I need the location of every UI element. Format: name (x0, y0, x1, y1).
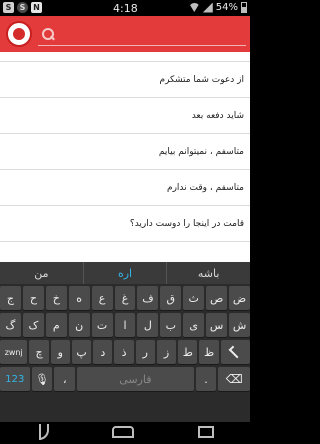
backspace-icon: ⌫ (225, 372, 243, 386)
key[interactable]: س (206, 313, 228, 337)
key[interactable]: ک (22, 313, 44, 337)
key[interactable]: ق (160, 286, 182, 310)
enter-icon (228, 345, 242, 359)
key[interactable]: چ (29, 340, 49, 364)
enter-key[interactable] (220, 340, 251, 364)
key[interactable]: ث (183, 286, 205, 310)
suggestion-left[interactable]: من (0, 262, 83, 284)
key[interactable]: ع (91, 286, 113, 310)
mic-icon: 🎙 (35, 372, 49, 386)
list-item[interactable]: شاید دفعه بعد (0, 98, 250, 134)
suggestion-strip: من اره باشه (0, 262, 250, 284)
key[interactable]: ط (178, 340, 198, 364)
notification-icons: S S N (3, 2, 42, 13)
search-icon[interactable] (40, 27, 56, 43)
battery-percent: 54% (215, 2, 238, 13)
zwnj-key[interactable]: zwnj (0, 340, 28, 364)
s-icon: S (3, 2, 14, 13)
home-icon[interactable] (112, 426, 134, 438)
key[interactable]: ی (183, 313, 205, 337)
keyboard: من اره باشه ج ح خ ه ع غ ف ق ث ص ض گ ک م … (0, 262, 251, 422)
key[interactable]: غ (114, 286, 136, 310)
key[interactable]: و (50, 340, 70, 364)
list-item[interactable]: قامت در اینجا را دوست دارید؟ (0, 206, 250, 242)
key[interactable]: ض (229, 286, 250, 310)
key[interactable]: ه (68, 286, 90, 310)
navigation-bar (0, 422, 250, 444)
comma-key[interactable]: ، (54, 367, 76, 391)
status-bar: S S N 4:18 54% (0, 0, 250, 16)
numbers-key[interactable]: 123 (0, 367, 30, 391)
key[interactable]: د (93, 340, 113, 364)
list-item[interactable]: متاسفم ، وقت ندارم (0, 170, 250, 206)
key[interactable]: خ (45, 286, 67, 310)
key[interactable]: ف (137, 286, 159, 310)
key[interactable]: ب (160, 313, 182, 337)
key-row-2: گ ک م ن ت ا ل ب ی س ش (0, 313, 250, 337)
key[interactable]: ح (22, 286, 44, 310)
wifi-icon (188, 3, 200, 12)
key[interactable]: ذ (114, 340, 134, 364)
list-item[interactable]: از دعوت شما متشکرم (0, 62, 250, 98)
key[interactable]: ن (68, 313, 90, 337)
app-logo-icon[interactable] (6, 21, 32, 47)
key-row-1: ج ح خ ه ع غ ف ق ث ص ض (0, 286, 250, 310)
key[interactable]: ت (91, 313, 113, 337)
system-icons: 54% (188, 2, 247, 13)
key[interactable]: م (45, 313, 67, 337)
mic-key[interactable]: 🎙 (31, 367, 53, 391)
n-icon: N (31, 2, 42, 13)
signal-icon (202, 2, 213, 13)
space-key[interactable]: فارسی (77, 367, 194, 391)
period-key[interactable]: . (195, 367, 217, 391)
backspace-key[interactable]: ⌫ (218, 367, 250, 391)
key[interactable]: ج (0, 286, 21, 310)
key[interactable]: پ (71, 340, 92, 364)
key[interactable]: ا (114, 313, 136, 337)
list-item[interactable] (0, 52, 250, 62)
key[interactable]: ر (135, 340, 155, 364)
key[interactable]: ز (156, 340, 177, 364)
skype-icon: S (17, 2, 28, 13)
key-row-4: 123 🎙 ، فارسی . ⌫ (0, 367, 250, 391)
suggestion-right[interactable]: باشه (167, 262, 250, 284)
key[interactable]: ص (206, 286, 228, 310)
back-icon[interactable] (39, 424, 49, 440)
app-bar (0, 16, 250, 52)
quick-reply-list: از دعوت شما متشکرم شاید دفعه بعد متاسفم … (0, 52, 250, 262)
key[interactable]: گ (0, 313, 21, 337)
clock: 4:18 (113, 2, 138, 15)
search-input[interactable] (38, 24, 246, 46)
list-item[interactable]: متاسفم ، نمیتوانم بیایم (0, 134, 250, 170)
key-row-3: zwnj چ و پ د ذ ر ز ط ظ (0, 340, 251, 364)
key[interactable]: ظ (199, 340, 219, 364)
key[interactable]: ش (229, 313, 250, 337)
recent-apps-icon[interactable] (198, 426, 214, 438)
suggestion-center[interactable]: اره (82, 262, 168, 284)
battery-icon (241, 2, 247, 13)
key[interactable]: ل (137, 313, 159, 337)
